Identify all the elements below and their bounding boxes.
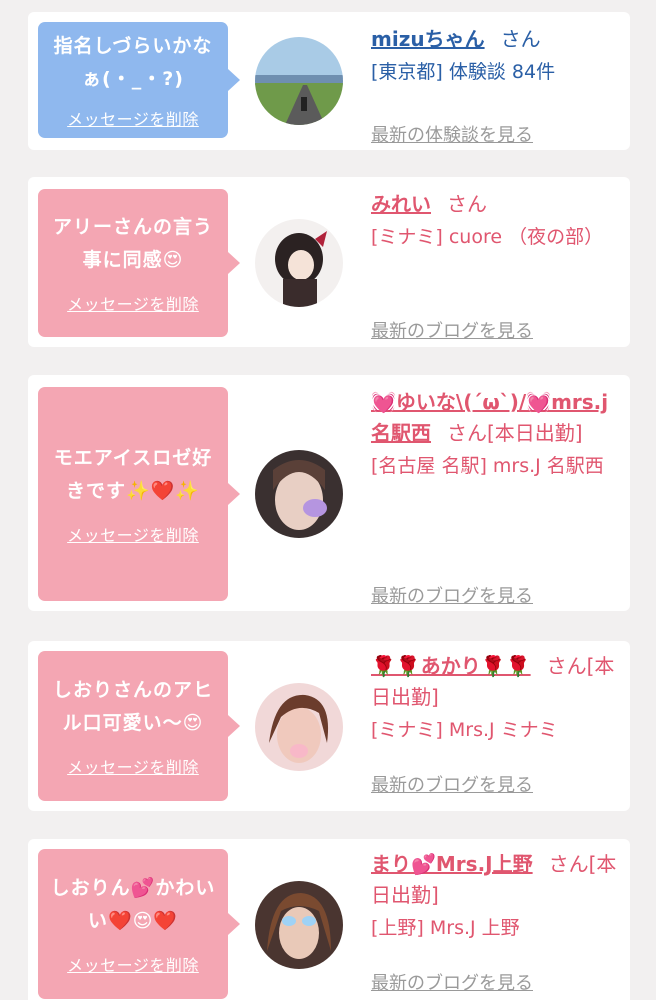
profile-info: 🌹🌹あかり🌹🌹 さん[本日出勤] [ミナミ] Mrs.J ミナミ 最新のブログを見… (371, 651, 621, 796)
latest-post-link[interactable]: 最新の体験談を見る (371, 121, 533, 147)
message-card: しおりん💕かわいい❤️😍❤️ メッセージを削除 まり💕Mrs.J上野 さん[本日出… (28, 839, 630, 1000)
profile-meta: [ミナミ] cuore （夜の部） (371, 226, 604, 248)
message-text: しおりさんのアヒル口可愛い〜😍 (52, 679, 213, 734)
message-card: アリーさんの言う事に同感😍 メッセージを削除 みれい さん [ミナミ] cuore… (28, 177, 630, 347)
name-suffix: さん[本日出勤] (447, 421, 583, 445)
message-text: 指名しづらいかなぁ(・_・?) (53, 35, 213, 90)
message-card: しおりさんのアヒル口可愛い〜😍 メッセージを削除 🌹🌹あかり🌹🌹 さん[本日出勤]… (28, 641, 630, 811)
profile-name-link[interactable]: まり💕Mrs.J上野 (371, 852, 533, 876)
latest-post-link[interactable]: 最新のブログを見る (371, 582, 533, 608)
avatar[interactable] (255, 219, 343, 307)
message-list: 指名しづらいかなぁ(・_・?) メッセージを削除 mizuちゃん さん [東京都]… (0, 0, 656, 1000)
avatar[interactable] (255, 37, 343, 125)
message-card: モエアイスロゼ好きです✨❤️✨ メッセージを削除 💓ゆいな\(´ω`)/💓mrs… (28, 375, 630, 611)
avatar[interactable] (255, 450, 343, 538)
name-suffix: さん (500, 27, 541, 51)
avatar[interactable] (255, 881, 343, 969)
message-bubble: しおりさんのアヒル口可愛い〜😍 メッセージを削除 (38, 651, 240, 801)
profile-name-link[interactable]: みれい (371, 192, 431, 216)
profile-meta: [上野] Mrs.J 上野 (371, 917, 520, 939)
message-bubble: モエアイスロゼ好きです✨❤️✨ メッセージを削除 (38, 387, 240, 601)
profile-name-link[interactable]: mizuちゃん (371, 27, 485, 51)
profile-meta: [ミナミ] Mrs.J ミナミ (371, 719, 558, 741)
message-bubble: アリーさんの言う事に同感😍 メッセージを削除 (38, 189, 240, 337)
profile-info: 💓ゆいな\(´ω`)/💓mrs.j名駅西 さん[本日出勤] [名古屋 名駅] mr… (371, 387, 621, 607)
message-bubble: しおりん💕かわいい❤️😍❤️ メッセージを削除 (38, 849, 240, 999)
message-text: アリーさんの言う事に同感😍 (52, 216, 213, 271)
delete-message-link[interactable]: メッセージを削除 (67, 522, 199, 546)
name-suffix: さん (447, 192, 487, 216)
profile-name-link[interactable]: 🌹🌹あかり🌹🌹 (371, 654, 531, 678)
latest-post-link[interactable]: 最新のブログを見る (371, 969, 533, 995)
profile-info: みれい さん [ミナミ] cuore （夜の部） 最新のブログを見る (371, 189, 621, 342)
message-bubble: 指名しづらいかなぁ(・_・?) メッセージを削除 (38, 22, 240, 138)
profile-meta: [東京都] 体験談 84件 (371, 61, 556, 83)
message-card: 指名しづらいかなぁ(・_・?) メッセージを削除 mizuちゃん さん [東京都]… (28, 12, 630, 150)
message-text: しおりん💕かわいい❤️😍❤️ (50, 877, 216, 932)
delete-message-link[interactable]: メッセージを削除 (67, 952, 199, 976)
delete-message-link[interactable]: メッセージを削除 (67, 291, 199, 315)
delete-message-link[interactable]: メッセージを削除 (67, 106, 199, 130)
profile-meta: [名古屋 名駅] mrs.J 名駅西 (371, 455, 604, 477)
latest-post-link[interactable]: 最新のブログを見る (371, 317, 533, 343)
delete-message-link[interactable]: メッセージを削除 (67, 754, 199, 778)
avatar[interactable] (255, 683, 343, 771)
profile-info: まり💕Mrs.J上野 さん[本日出勤] [上野] Mrs.J 上野 最新のブログを… (371, 849, 621, 994)
latest-post-link[interactable]: 最新のブログを見る (371, 771, 533, 797)
message-text: モエアイスロゼ好きです✨❤️✨ (53, 447, 213, 502)
profile-info: mizuちゃん さん [東京都] 体験談 84件 最新の体験談を見る (371, 24, 621, 146)
